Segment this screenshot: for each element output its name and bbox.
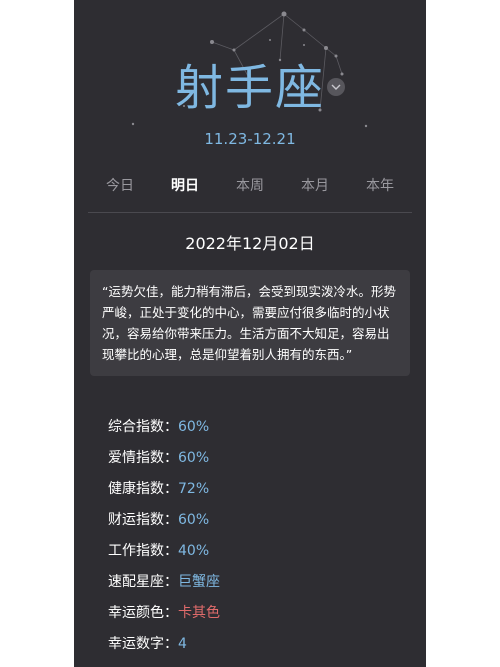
stat-label: 爱情指数： xyxy=(108,450,178,466)
tab-this-month[interactable]: 本月 xyxy=(283,172,347,212)
stat-value: 60% xyxy=(178,419,210,435)
sign-date-range: 11.23-12.21 xyxy=(204,130,296,148)
stat-value: 60% xyxy=(178,450,210,466)
stat-value: 4 xyxy=(178,636,187,652)
stat-label: 工作指数： xyxy=(108,543,178,559)
forecast-summary: “运势欠佳，能力稍有滞后，会受到现实泼冷水。形势严峻，正处于变化的中心，需要应付… xyxy=(90,270,410,376)
stat-label: 幸运颜色： xyxy=(108,605,178,621)
sign-selector-button[interactable] xyxy=(327,78,345,96)
forecast-date: 2022年12月02日 xyxy=(185,234,315,253)
stat-work: 工作指数：40% xyxy=(108,538,408,569)
stat-love: 爱情指数：60% xyxy=(108,445,408,476)
stat-label: 幸运数字： xyxy=(108,636,178,652)
stat-label: 财运指数： xyxy=(108,512,178,528)
stat-value: 卡其色 xyxy=(178,605,220,621)
stat-lucky-number: 幸运数字：4 xyxy=(108,631,408,662)
stat-lucky-color: 幸运颜色：卡其色 xyxy=(108,600,408,631)
stat-value: 40% xyxy=(178,543,210,559)
stat-match-sign: 速配星座：巨蟹座 xyxy=(108,569,408,600)
tab-this-year[interactable]: 本年 xyxy=(348,172,412,212)
stats-list: 综合指数：60% 爱情指数：60% 健康指数：72% 财运指数：60% 工作指数… xyxy=(108,414,408,662)
stat-health: 健康指数：72% xyxy=(108,476,408,507)
stat-label: 健康指数： xyxy=(108,481,178,497)
stat-overall: 综合指数：60% xyxy=(108,414,408,445)
stat-value: 巨蟹座 xyxy=(178,574,220,590)
stat-value: 72% xyxy=(178,481,210,497)
sign-title-row: 射手座 xyxy=(74,60,426,116)
phone-screen: 射手座 11.23-12.21 今日 明日 本周 本月 本年 2022年12月0… xyxy=(74,0,426,667)
tab-this-week[interactable]: 本周 xyxy=(218,172,282,212)
tab-tomorrow[interactable]: 明日 xyxy=(153,172,217,212)
stat-label: 综合指数： xyxy=(108,419,178,435)
stat-wealth: 财运指数：60% xyxy=(108,507,408,538)
sign-name: 射手座 xyxy=(174,60,325,116)
tab-today[interactable]: 今日 xyxy=(88,172,152,212)
period-tabs: 今日 明日 本周 本月 本年 xyxy=(88,172,412,213)
stat-label: 速配星座： xyxy=(108,574,178,590)
chevron-down-icon xyxy=(331,84,341,90)
stat-value: 60% xyxy=(178,512,210,528)
